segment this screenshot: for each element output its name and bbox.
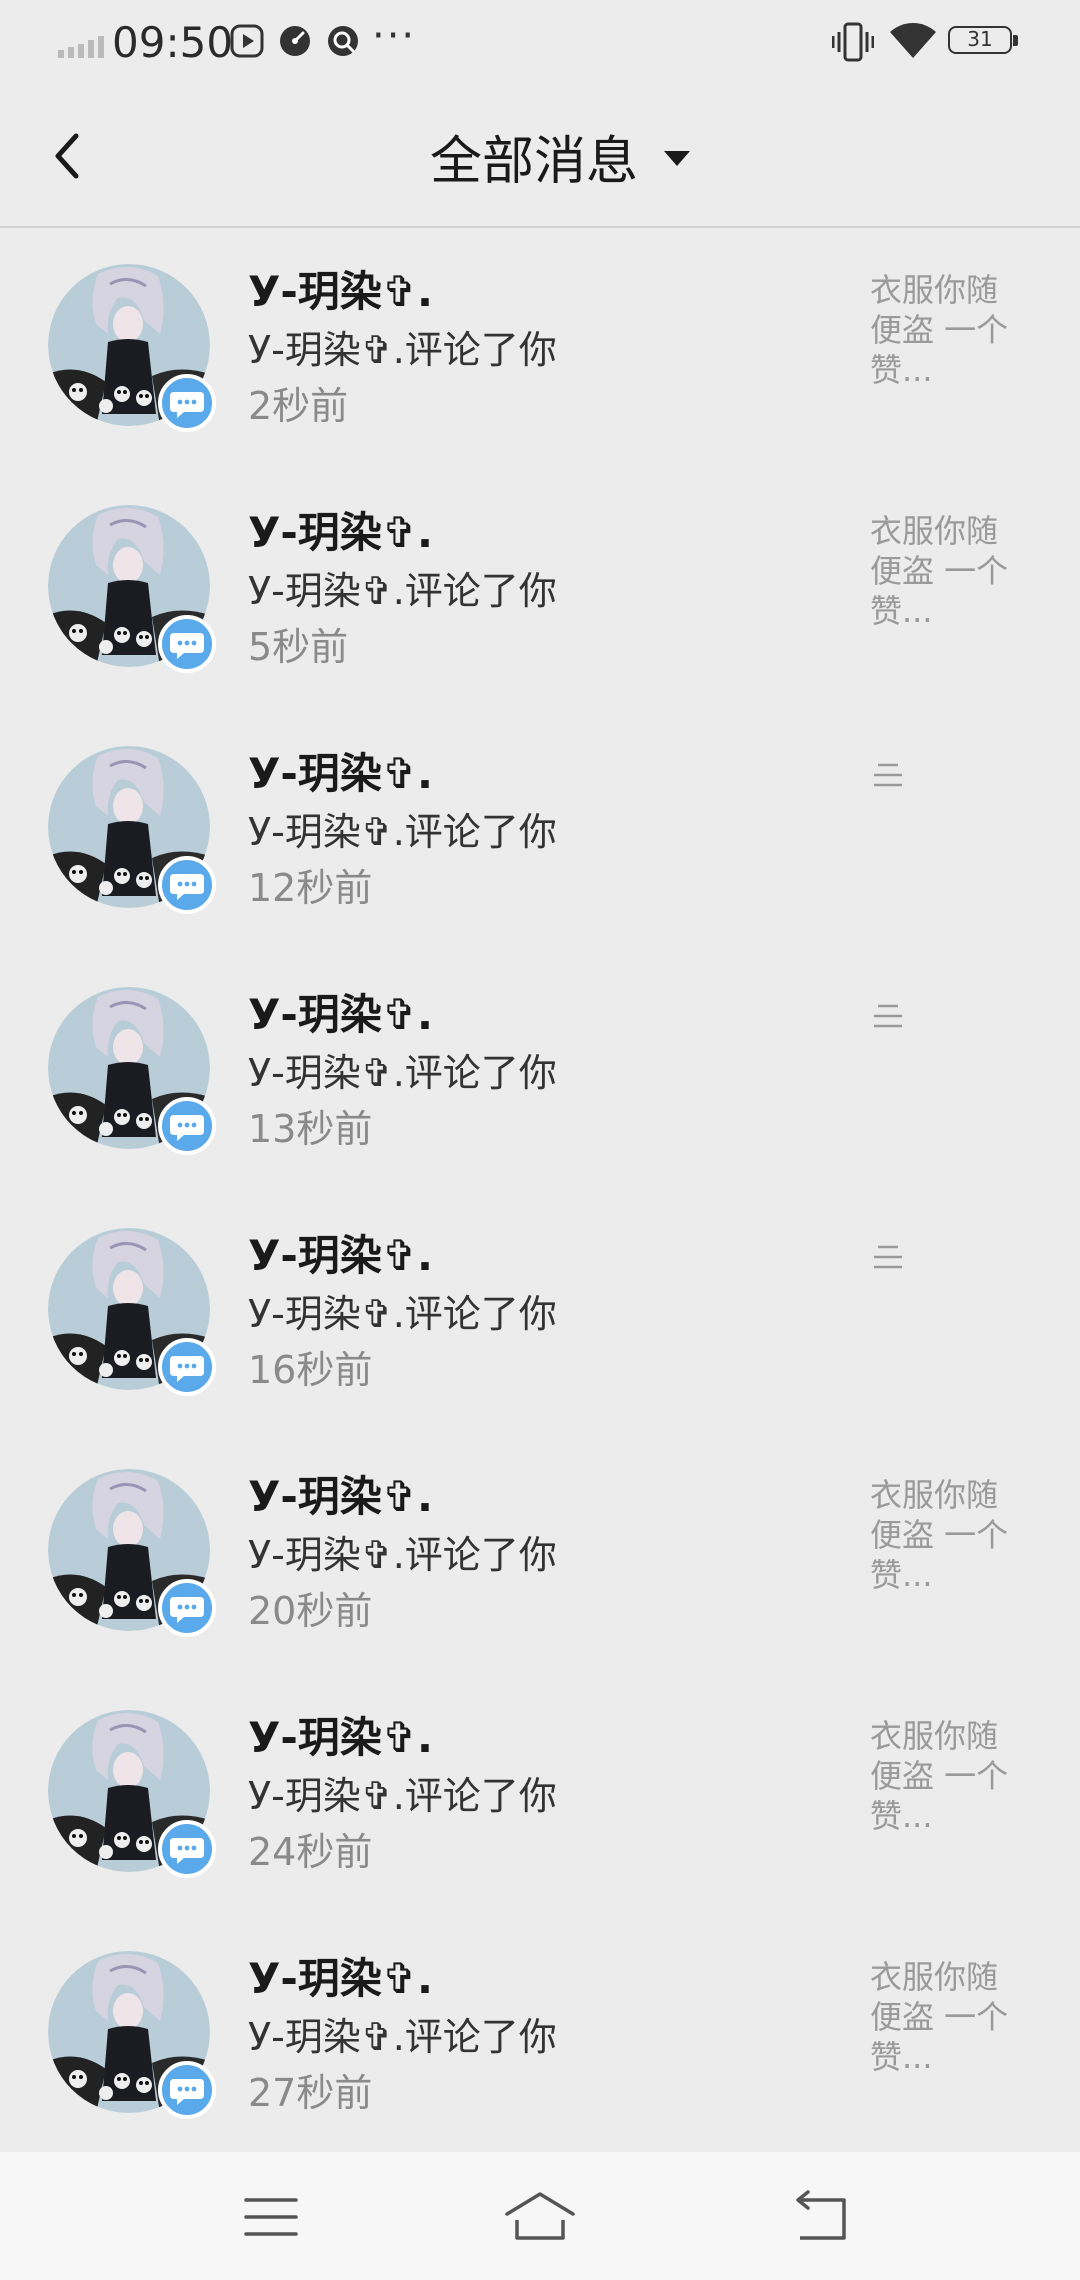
message-time: 24秒前 (248, 1830, 373, 1874)
page-title[interactable]: 全部消息 (430, 119, 638, 194)
sender-name: У-玥染✞. (248, 749, 433, 798)
vibrate-icon (832, 22, 874, 62)
comment-badge-icon (158, 1820, 216, 1878)
message-action: У-玥染✞.评论了你 (248, 328, 557, 372)
message-row[interactable]: У-玥染✞. У-玥染✞.评论了你 20秒前 衣服你随便盗 一个赞... (0, 1433, 1080, 1674)
message-row[interactable]: У-玥染✞. У-玥染✞.评论了你 13秒前 (0, 951, 1080, 1192)
message-action: У-玥染✞.评论了你 (248, 1774, 557, 1818)
message-row[interactable]: У-玥染✞. У-玥染✞.评论了你 12秒前 (0, 710, 1080, 951)
comment-badge-icon (158, 856, 216, 914)
sender-name: У-玥染✞. (248, 990, 433, 1039)
speedometer-app-icon (280, 26, 310, 56)
video-app-icon (230, 24, 264, 58)
message-action: У-玥染✞.评论了你 (248, 1292, 557, 1336)
qq-browser-icon (328, 26, 358, 56)
battery-level: 31 (948, 26, 1012, 54)
more-notifications-icon: ··· (372, 13, 417, 59)
sender-name: У-玥染✞. (248, 1954, 433, 2003)
text-lines-icon (874, 1004, 902, 1028)
sender-name: У-玥染✞. (248, 508, 433, 557)
comment-badge-icon (158, 1579, 216, 1637)
comment-badge-icon (158, 2061, 216, 2119)
message-list: У-玥染✞. У-玥染✞.评论了你 2秒前 衣服你随便盗 一个赞... У-玥染… (0, 228, 1080, 2156)
message-preview: 衣服你随便盗 一个赞... (870, 1717, 1009, 1835)
comment-badge-icon (158, 615, 216, 673)
back-button[interactable] (40, 126, 100, 186)
sender-name: У-玥染✞. (248, 1472, 433, 1521)
sender-name: У-玥染✞. (248, 267, 433, 316)
battery-icon: 31 (948, 26, 1020, 56)
back-nav-icon[interactable] (778, 2182, 868, 2252)
message-row[interactable]: У-玥染✞. У-玥染✞.评论了你 2秒前 衣服你随便盗 一个赞... (0, 228, 1080, 469)
message-time: 27秒前 (248, 2071, 373, 2115)
home-icon[interactable] (495, 2182, 585, 2252)
signal-icon (58, 36, 104, 58)
message-time: 2秒前 (248, 384, 349, 428)
comment-badge-icon (158, 1338, 216, 1396)
sender-name: У-玥染✞. (248, 1231, 433, 1280)
message-row[interactable]: У-玥染✞. У-玥染✞.评论了你 5秒前 衣服你随便盗 一个赞... (0, 469, 1080, 710)
message-row[interactable]: У-玥染✞. У-玥染✞.评论了你 16秒前 (0, 1192, 1080, 1433)
message-action: У-玥染✞.评论了你 (248, 569, 557, 613)
message-action: У-玥染✞.评论了你 (248, 1051, 557, 1095)
message-row[interactable]: У-玥染✞. У-玥染✞.评论了你 27秒前 衣服你随便盗 一个赞... (0, 1915, 1080, 2156)
comment-badge-icon (158, 1097, 216, 1155)
sender-name: У-玥染✞. (248, 1713, 433, 1762)
status-bar: 09:50 ··· 31 (0, 0, 1080, 86)
message-time: 12秒前 (248, 866, 373, 910)
message-preview: 衣服你随便盗 一个赞... (870, 271, 1009, 389)
message-action: У-玥染✞.评论了你 (248, 810, 557, 854)
header-bar: 全部消息 (0, 86, 1080, 228)
message-action: У-玥染✞.评论了你 (248, 2015, 557, 2059)
message-time: 13秒前 (248, 1107, 373, 1151)
text-lines-icon (874, 763, 902, 787)
menu-icon[interactable] (226, 2182, 316, 2252)
dropdown-caret-icon[interactable] (664, 150, 690, 166)
message-preview: 衣服你随便盗 一个赞... (870, 1958, 1009, 2076)
message-row[interactable]: У-玥染✞. У-玥染✞.评论了你 24秒前 衣服你随便盗 一个赞... (0, 1674, 1080, 1915)
message-time: 16秒前 (248, 1348, 373, 1392)
message-time: 5秒前 (248, 625, 349, 669)
message-preview: 衣服你随便盗 一个赞... (870, 1476, 1009, 1594)
text-lines-icon (874, 1245, 902, 1269)
message-action: У-玥染✞.评论了你 (248, 1533, 557, 1577)
navigation-bar (0, 2152, 1080, 2280)
comment-badge-icon (158, 374, 216, 432)
message-preview: 衣服你随便盗 一个赞... (870, 512, 1009, 630)
wifi-icon (890, 23, 936, 58)
message-time: 20秒前 (248, 1589, 373, 1633)
status-time: 09:50 (112, 18, 234, 67)
